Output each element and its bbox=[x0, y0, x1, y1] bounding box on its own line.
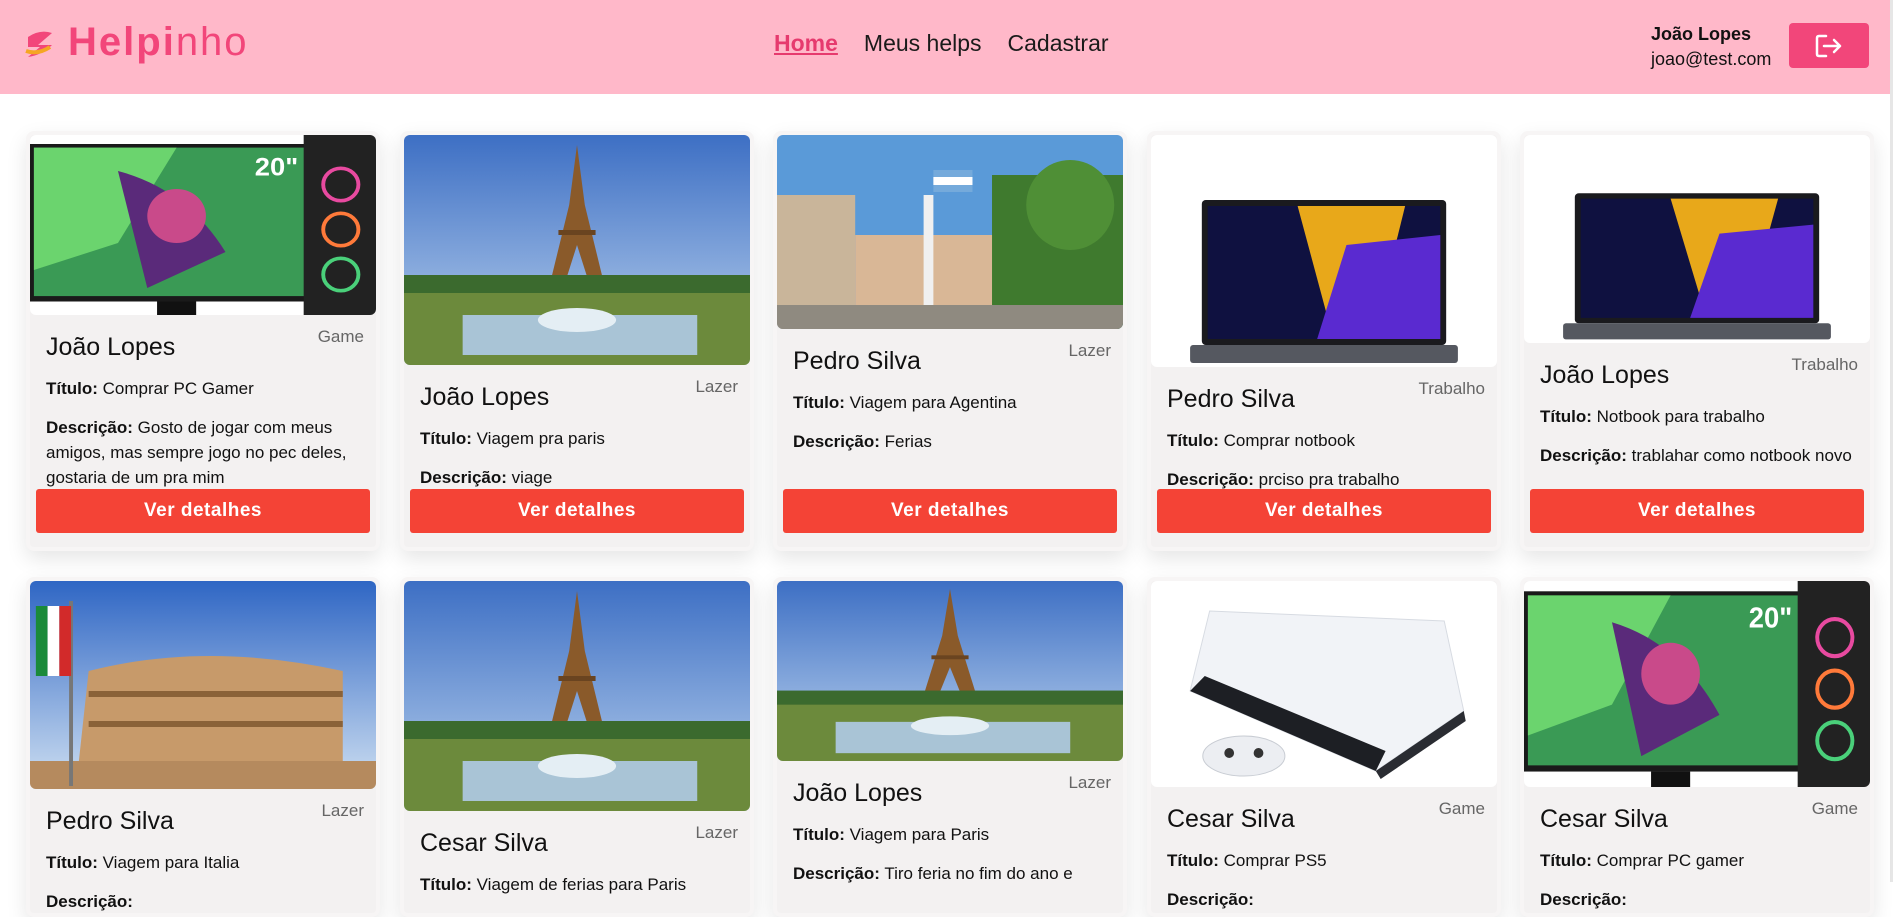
user-name: João Lopes bbox=[1651, 24, 1752, 44]
svg-text:20": 20" bbox=[255, 153, 298, 182]
nav-home[interactable]: Home bbox=[774, 30, 838, 57]
pc-gamer-image: 20" bbox=[30, 135, 376, 315]
help-card: 20" Game Cesar Silva Título: Comprar PC ga… bbox=[1520, 577, 1874, 917]
card-category: Game bbox=[317, 327, 364, 346]
card-body: Game Cesar Silva Título: Comprar PS5 Descri… bbox=[1151, 787, 1497, 912]
card-body: Lazer João Lopes Título: Viagem pra paris D… bbox=[404, 365, 750, 490]
card-body: Lazer João Lopes Título: Viagem para Paris… bbox=[777, 761, 1123, 886]
help-card: Game Cesar Silva Título: Comprar PS5 Descri… bbox=[1147, 577, 1501, 917]
card-title: Título: Comprar PS5 bbox=[1167, 851, 1327, 870]
eiffel-tower-image bbox=[404, 135, 750, 365]
help-card: Lazer Cesar Silva Título: Viagem de ferias… bbox=[400, 577, 754, 917]
card-body: Lazer Pedro Silva Título: Viagem para Ital… bbox=[30, 789, 376, 913]
ver-detalhes-button[interactable]: Ver detalhes bbox=[1530, 489, 1864, 533]
card-category: Lazer bbox=[1068, 773, 1111, 792]
card-category: Trabalho bbox=[1791, 355, 1858, 374]
ver-detalhes-button[interactable]: Ver detalhes bbox=[36, 489, 370, 533]
card-description: Descrição: bbox=[1167, 890, 1254, 909]
card-body: Lazer Cesar Silva Título: Viagem de ferias… bbox=[404, 811, 750, 913]
card-description: Descrição: trablahar como notbook novo bbox=[1540, 446, 1852, 465]
nav-cadastrar[interactable]: Cadastrar bbox=[1008, 30, 1109, 57]
card-body: Trabalho Pedro Silva Título: Comprar notbo… bbox=[1151, 367, 1497, 492]
laptop-image bbox=[1524, 135, 1870, 343]
card-author-name: João Lopes bbox=[420, 383, 550, 411]
card-category: Trabalho bbox=[1418, 379, 1485, 398]
card-description: Descrição: viage bbox=[420, 468, 553, 487]
main-nav: Home Meus helps Cadastrar bbox=[774, 30, 1109, 57]
top-header: Helpinho Home Meus helps Cadastrar João … bbox=[0, 0, 1890, 94]
help-card: Lazer João Lopes Título: Viagem para Paris… bbox=[773, 577, 1127, 917]
logout-icon bbox=[1815, 34, 1842, 57]
card-description: Descrição: Tiro feria no fim do ano e bbox=[793, 864, 1073, 883]
card-title: Título: Viagem para Agentina bbox=[793, 393, 1017, 412]
card-author-name: Cesar Silva bbox=[420, 829, 548, 857]
card-title: Título: Viagem de ferias para Paris bbox=[420, 875, 687, 894]
card-category: Game bbox=[1438, 799, 1485, 818]
card-description: Descrição: bbox=[1540, 890, 1627, 909]
help-card: Trabalho Pedro Silva Título: Comprar notbo… bbox=[1147, 131, 1501, 551]
logo[interactable]: Helpinho bbox=[24, 20, 249, 65]
card-body: Trabalho João Lopes Título: Notbook para t… bbox=[1524, 343, 1870, 468]
ver-detalhes-button[interactable]: Ver detalhes bbox=[410, 489, 744, 533]
card-category: Lazer bbox=[321, 801, 364, 820]
card-body: Game Cesar Silva Título: Comprar PC gamer D… bbox=[1524, 787, 1870, 912]
logout-button[interactable] bbox=[1789, 23, 1869, 68]
colosseum-image bbox=[30, 581, 376, 789]
pc-gamer-image: 20" bbox=[1524, 581, 1870, 787]
ver-detalhes-button[interactable]: Ver detalhes bbox=[1157, 489, 1491, 533]
card-author-name: Pedro Silva bbox=[46, 807, 174, 835]
card-title: Título: Viagem pra paris bbox=[420, 429, 605, 448]
logo-text: Helpinho bbox=[68, 20, 249, 64]
card-title: Título: Comprar notbook bbox=[1167, 431, 1355, 450]
card-title: Título: Comprar PC Gamer bbox=[46, 379, 254, 398]
card-category: Lazer bbox=[695, 823, 738, 842]
ver-detalhes-button[interactable]: Ver detalhes bbox=[783, 489, 1117, 533]
card-author-name: Pedro Silva bbox=[793, 347, 921, 375]
help-card: Lazer João Lopes Título: Viagem pra paris D… bbox=[400, 131, 754, 551]
card-title: Título: Comprar PC gamer bbox=[1540, 851, 1745, 870]
help-card: Lazer Pedro Silva Título: Viagem para Ital… bbox=[26, 577, 380, 917]
card-category: Lazer bbox=[695, 377, 738, 396]
help-card: 20" Game João Lopes Título: Comprar PC Gam… bbox=[26, 131, 380, 551]
card-category: Lazer bbox=[1068, 341, 1111, 360]
card-title: Título: Viagem para Italia bbox=[46, 853, 240, 872]
lightning-logo-icon bbox=[25, 31, 52, 57]
svg-text:20": 20" bbox=[1749, 602, 1792, 634]
card-body: Game João Lopes Título: Comprar PC Gamer De… bbox=[30, 315, 376, 490]
card-description: Descrição: bbox=[46, 892, 133, 911]
eiffel-tower-image bbox=[404, 581, 750, 811]
card-description: Descrição: Ferias bbox=[793, 432, 932, 451]
card-description: Descrição: bbox=[420, 911, 734, 913]
help-card: Lazer Pedro Silva Título: Viagem para Agen… bbox=[773, 131, 1127, 551]
card-description: Descrição: Gosto de jogar com meus amigo… bbox=[46, 418, 347, 487]
laptop-image bbox=[1151, 135, 1497, 367]
card-author-name: Cesar Silva bbox=[1167, 805, 1295, 833]
help-card: Trabalho João Lopes Título: Notbook para t… bbox=[1520, 131, 1874, 551]
user-email: joao@test.com bbox=[1651, 49, 1772, 69]
nav-meus-helps[interactable]: Meus helps bbox=[864, 30, 982, 57]
buenos-aires-image bbox=[777, 135, 1123, 329]
card-title: Título: Viagem para Paris bbox=[793, 825, 990, 844]
card-body: Lazer Pedro Silva Título: Viagem para Agen… bbox=[777, 329, 1123, 454]
user-info: João Lopes joao@test.com bbox=[1651, 22, 1771, 72]
card-author-name: João Lopes bbox=[46, 333, 176, 361]
ps5-image bbox=[1151, 581, 1497, 787]
card-category: Game bbox=[1811, 799, 1858, 818]
card-title: Título: Notbook para trabalho bbox=[1540, 407, 1765, 426]
eiffel-tower-image bbox=[777, 581, 1123, 761]
card-author-name: Cesar Silva bbox=[1540, 805, 1668, 833]
card-author-name: João Lopes bbox=[793, 779, 923, 807]
